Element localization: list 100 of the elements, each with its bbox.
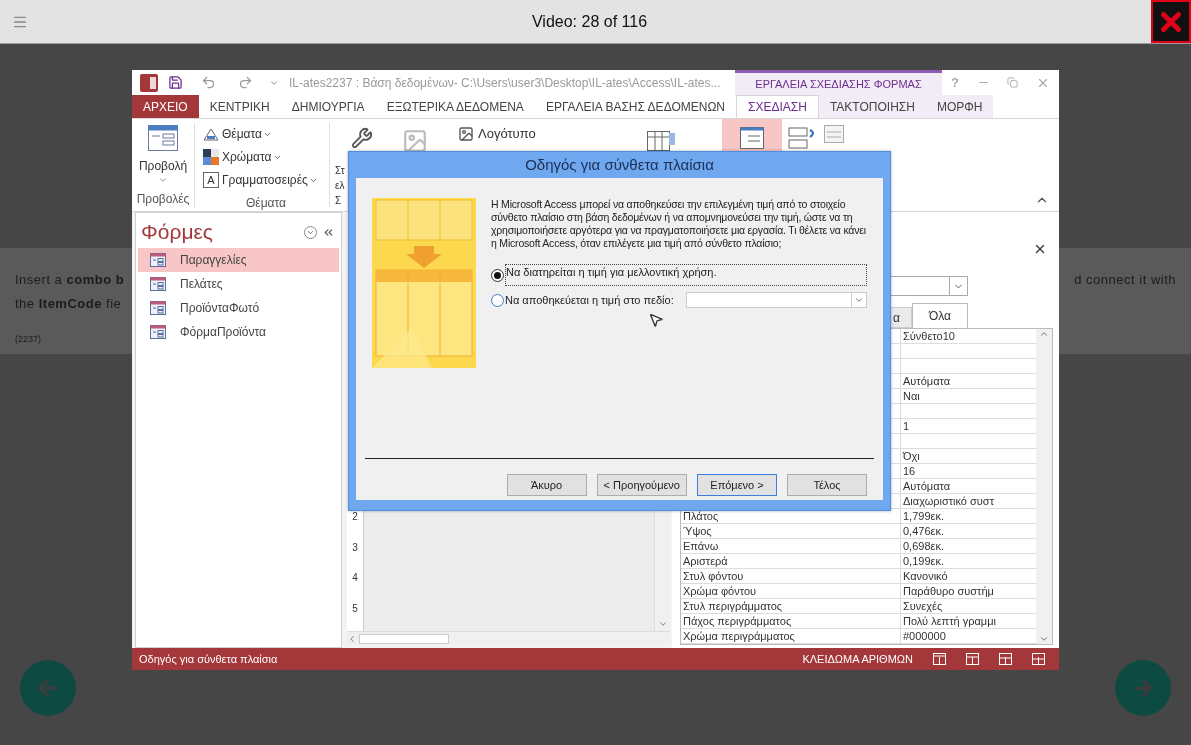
- field-dropdown[interactable]: [686, 292, 867, 309]
- colors-icon: [203, 149, 219, 165]
- form-icon: [150, 253, 166, 267]
- app-logo-icon: [140, 73, 158, 92]
- property-sheet-icon: [740, 127, 764, 149]
- scroll-down-icon: [1039, 634, 1049, 644]
- property-name: Επάνω: [683, 540, 719, 552]
- save-icon[interactable]: [168, 75, 183, 90]
- status-text: Οδηγός για σύνθετα πλαίσια: [139, 651, 278, 667]
- property-value[interactable]: Αυτόματα: [903, 480, 951, 492]
- nav-item[interactable]: Παραγγελίες: [138, 248, 339, 272]
- view-mode-icon[interactable]: [933, 653, 946, 665]
- ribbon-tab[interactable]: ΕΡΓΑΛΕΙΑ ΒΑΣΗΣ ΔΕΔΟΜΕΝΩΝ: [534, 95, 737, 118]
- pane-title: Φόρμες: [141, 219, 213, 246]
- property-value[interactable]: Κανονικό: [903, 570, 948, 582]
- property-value[interactable]: 0,199εκ.: [903, 555, 944, 567]
- undo-icon[interactable]: [201, 75, 216, 90]
- theme-menu-button[interactable]: Θέματα: [222, 125, 273, 143]
- scroll-down-icon: [657, 619, 668, 629]
- property-value[interactable]: Αυτόματα: [903, 375, 951, 387]
- scroll-left-icon: [347, 633, 357, 644]
- view-mode-icon[interactable]: [966, 653, 979, 665]
- property-name: Πάχος περιγράμματος: [683, 615, 792, 627]
- group-label: Προβολές: [136, 191, 190, 208]
- ribbon-tab[interactable]: ΤΑΚΤΟΠΟΙΗΣΗ: [818, 95, 926, 118]
- restore-icon[interactable]: [1007, 77, 1019, 88]
- vertical-scrollbar[interactable]: [1036, 329, 1052, 644]
- radio-button[interactable]: [491, 293, 504, 307]
- theme-menu-button[interactable]: Χρώματα: [222, 148, 282, 166]
- option-label[interactable]: Να αποθηκεύεται η τιμή στο πεδίο:: [505, 292, 674, 309]
- instruction-text: the ItemCode fie: [15, 295, 122, 311]
- theme-menu-button[interactable]: Γραμματοσειρές: [222, 171, 318, 189]
- wizard-button[interactable]: Τέλος: [787, 474, 867, 496]
- property-name: Στυλ περιγράμματος: [683, 600, 783, 612]
- group-label: Θέματα: [245, 195, 286, 212]
- redo-icon[interactable]: [238, 75, 253, 90]
- table-icon[interactable]: [647, 131, 675, 151]
- property-value[interactable]: 1: [903, 420, 910, 432]
- convert-icon[interactable]: [824, 125, 844, 143]
- image-icon[interactable]: [402, 128, 428, 150]
- property-value[interactable]: 1,799εκ.: [903, 510, 944, 522]
- ribbon-tab[interactable]: ΣΧΕΔΙΑΣΗ: [736, 95, 819, 118]
- property-value[interactable]: #000000: [903, 630, 946, 642]
- fonts-icon: A: [203, 172, 219, 188]
- property-value[interactable]: Όχι: [903, 450, 920, 462]
- form-icon: [150, 277, 166, 291]
- wizard-button[interactable]: < Προηγούμενο: [596, 474, 687, 496]
- property-name: Ύψος: [683, 525, 712, 537]
- dialog-title: Οδηγός για σύνθετα πλαίσια: [525, 154, 714, 175]
- nav-item[interactable]: Πελάτες: [138, 272, 339, 296]
- property-value[interactable]: Σύνθετο10: [903, 330, 955, 342]
- property-name: Χρώμα φόντου: [683, 585, 756, 597]
- ribbon-tab[interactable]: ΜΟΡΦΗ: [925, 95, 994, 118]
- mouse-cursor-icon: [648, 312, 664, 328]
- property-value[interactable]: Συνεχές: [903, 600, 943, 612]
- ribbon-tab[interactable]: ΔΗΜΙΟΥΡΓΙΑ: [280, 95, 376, 118]
- logo-image-icon: [458, 126, 474, 142]
- property-value[interactable]: Ναι: [903, 390, 920, 402]
- property-value[interactable]: 16: [903, 465, 916, 477]
- form-icon: [150, 325, 166, 339]
- property-value[interactable]: Πολύ λεπτή γραμμι: [903, 615, 996, 627]
- ribbon-tab[interactable]: ΑΡΧΕΙΟ: [132, 95, 199, 118]
- view-button[interactable]: Προβολή: [138, 157, 188, 175]
- themes-icon: [203, 127, 219, 141]
- ribbon-tab[interactable]: ΕΞΩΤΕΡΙΚΑ ΔΕΔΟΜΕΝΑ: [375, 95, 535, 118]
- instruction-text: d connect it with: [1074, 271, 1176, 289]
- close-button[interactable]: [1151, 0, 1191, 43]
- form-icon: [150, 301, 166, 315]
- video-counter: Video: 28 of 116: [531, 11, 648, 32]
- wizard-button[interactable]: Άκυρο: [506, 474, 587, 496]
- view-mode-icon[interactable]: [1032, 653, 1045, 665]
- property-name: Χρώμα περιγράμματος: [683, 630, 795, 642]
- property-name: Αριστερά: [683, 555, 728, 567]
- wizard-button[interactable]: Επόμενο >: [697, 474, 777, 496]
- property-value[interactable]: 0,476εκ.: [903, 525, 944, 537]
- caret-icon[interactable]: [158, 175, 168, 185]
- tools-label: Στ: [335, 164, 345, 178]
- wizard-description: Η Microsoft Access μπορεί να αποθηκεύσει την επιλεγμένη τιμή από το στοιχείο σύνθετο πλαίσιο στη βάση δεδομένων ή να απομνημονεύσει την τιμή, ώστε να τη χρησιμοποιήσετε αργότερα για να πραγματοποιήσετε μια εργασία. Τι θέλετε να κάνει η Microsoft Access, όταν επιλέγετε μια τιμή από σύνθετο πλαίσιο;: [491, 198, 867, 250]
- close-icon[interactable]: [1033, 242, 1047, 256]
- property-tab[interactable]: α: [890, 307, 912, 328]
- property-value[interactable]: Διαχωριστικό συστ: [903, 495, 994, 507]
- scroll-up-icon: [1039, 329, 1049, 339]
- group-label: Σ: [335, 194, 343, 208]
- nav-item[interactable]: ΦόρμαΠροϊόντα: [138, 320, 339, 344]
- property-name: Στυλ φόντου: [683, 570, 744, 582]
- context-tab-group: ΕΡΓΑΛΕΙΑ ΣΧΕΔΙΑΣΗΣ ΦΟΡΜΑΣ: [735, 70, 942, 95]
- property-value[interactable]: Παράθυρο συστήμ: [903, 585, 994, 597]
- form-view-icon[interactable]: [148, 125, 178, 151]
- status-text: ΚΛΕΙΔΩΜΑ ΑΡΙΘΜΩΝ: [802, 651, 913, 667]
- property-tab[interactable]: Όλα: [912, 303, 968, 328]
- option-label[interactable]: Να διατηρείται η τιμή για μελλοντική χρήση.: [505, 264, 867, 286]
- horizontal-scrollbar[interactable]: [347, 631, 670, 645]
- property-value[interactable]: 0,698εκ.: [903, 540, 944, 552]
- nav-item[interactable]: ΠροϊόνταΦωτό: [138, 296, 339, 320]
- property-name: Πλάτος: [683, 510, 719, 522]
- radio-button[interactable]: [491, 268, 504, 282]
- view-mode-icon[interactable]: [999, 653, 1012, 665]
- ribbon-tab[interactable]: ΚΕΝΤΡΙΚΗ: [198, 95, 281, 118]
- logo-button[interactable]: Λογότυπο: [458, 125, 536, 143]
- window-title: IL-ates2237 : Βάση δεδομένων- C:\Users\user3\Desktop\IL-ates\Access\IL-ates...: [289, 74, 721, 92]
